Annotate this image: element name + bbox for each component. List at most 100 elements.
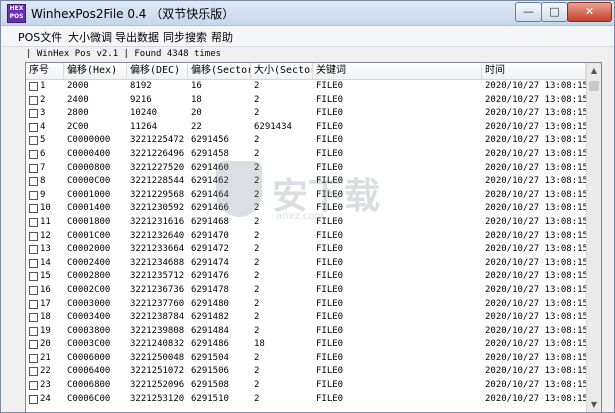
minimize-button[interactable]: —: [515, 2, 542, 22]
row-size-sector: 6291434: [254, 121, 292, 132]
row-offset-dec: 3221240832: [130, 339, 185, 350]
row-time: 2020/10/27 13:08:15: [485, 203, 588, 214]
row-size-sector: 2: [254, 216, 260, 227]
row-offset-sector: 6291472: [191, 244, 229, 255]
row-keyword: FILE0: [316, 162, 344, 173]
table-row[interactable]: 2 2400 9216 18 2 FILE0 2020/10/27 13:08:15: [26, 94, 588, 108]
row-offset-hex: C0003800: [67, 325, 111, 336]
row-checkbox[interactable]: [29, 299, 38, 309]
menu-help[interactable]: 帮助: [211, 29, 233, 45]
table-row[interactable]: 24 C0006C00 3221253120 6291510 2 FILE0 2020/10…: [26, 393, 588, 407]
row-checkbox[interactable]: [29, 272, 38, 282]
table-row[interactable]: 15 C0002800 3221235712 6291476 2 FILE0 2020/10…: [26, 270, 588, 284]
row-offset-dec: 3221251072: [130, 366, 185, 377]
row-checkbox[interactable]: [29, 190, 38, 200]
table-row[interactable]: 18 C0003400 3221238784 6291482 2 FILE0 2020/10…: [26, 311, 588, 325]
row-checkbox[interactable]: [29, 136, 38, 146]
row-offset-dec: 3221232640: [130, 230, 185, 241]
table-row[interactable]: 22 C0006400 3221251072 6291506 2 FILE0 2020/10…: [26, 365, 588, 379]
row-checkbox[interactable]: [29, 353, 38, 363]
row-checkbox[interactable]: [29, 245, 38, 255]
results-list[interactable]: 序号 偏移(Hex) 偏移(DEC) 偏移(Sector) 大小(Sector)…: [25, 62, 602, 412]
row-time: 2020/10/27 13:08:15: [485, 325, 588, 336]
col-header-index[interactable]: 序号: [26, 63, 64, 79]
row-checkbox[interactable]: [29, 326, 38, 336]
row-keyword: FILE0: [316, 135, 344, 146]
scroll-down-icon[interactable]: ▼: [588, 398, 600, 412]
row-checkbox[interactable]: [29, 394, 38, 404]
scroll-thumb[interactable]: [589, 81, 599, 91]
table-row[interactable]: 7 C0000800 3221227520 6291460 2 FILE0 2020/10/…: [26, 162, 588, 176]
row-offset-dec: 3221236736: [130, 284, 185, 295]
menu-bar: POS文件 大小微调 导出数据 同步搜索 帮助: [1, 26, 614, 47]
table-row[interactable]: 3 2800 10240 20 2 FILE0 2020/10/27 13:08:15: [26, 107, 588, 121]
table-row[interactable]: 8 C0000C00 3221228544 6291462 2 FILE0 2020/10/…: [26, 175, 588, 189]
table-row[interactable]: 21 C0006000 3221250048 6291504 2 FILE0 2020/10…: [26, 352, 588, 366]
table-row[interactable]: 11 C0001800 3221231616 6291468 2 FILE0 2020/10…: [26, 216, 588, 230]
row-checkbox[interactable]: [29, 231, 38, 241]
row-index: 5: [40, 135, 46, 146]
table-row[interactable]: 9 C0001000 3221229568 6291464 2 FILE0 2020/10/…: [26, 189, 588, 203]
row-checkbox[interactable]: [29, 122, 38, 132]
menu-sync-search[interactable]: 同步搜索: [163, 29, 207, 45]
menu-export-data[interactable]: 导出数据: [115, 29, 159, 45]
row-checkbox[interactable]: [29, 163, 38, 173]
row-offset-dec: 10240: [130, 108, 158, 119]
table-row[interactable]: 10 C0001400 3221230592 6291466 2 FILE0 2020/10…: [26, 202, 588, 216]
row-checkbox[interactable]: [29, 177, 38, 187]
row-checkbox[interactable]: [29, 381, 38, 391]
row-offset-dec: 9216: [130, 94, 152, 105]
row-index: 16: [40, 284, 51, 295]
menu-pos-file[interactable]: POS文件: [18, 29, 62, 45]
table-row[interactable]: 4 2C00 11264 22 6291434 FILE0 2020/10/27 13:08…: [26, 121, 588, 135]
col-header-time[interactable]: 时间: [482, 63, 586, 79]
row-checkbox[interactable]: [29, 109, 38, 119]
maximize-button[interactable]: □: [541, 2, 568, 22]
col-header-offset-sector[interactable]: 偏移(Sector): [188, 63, 251, 79]
row-index: 2: [40, 94, 46, 105]
row-offset-sector: 6291470: [191, 230, 229, 241]
row-checkbox[interactable]: [29, 258, 38, 268]
row-checkbox[interactable]: [29, 204, 38, 214]
menu-size-adjust[interactable]: 大小微调: [68, 29, 112, 45]
row-time: 2020/10/27 13:08:15: [485, 230, 588, 241]
row-offset-sector: 6291508: [191, 380, 229, 391]
row-keyword: FILE0: [316, 380, 344, 391]
row-checkbox[interactable]: [29, 82, 38, 91]
row-keyword: FILE0: [316, 94, 344, 105]
row-keyword: FILE0: [316, 216, 344, 227]
col-header-offset-dec[interactable]: 偏移(DEC): [127, 63, 188, 79]
vertical-scrollbar[interactable]: ▲ ▼: [586, 63, 601, 412]
table-row[interactable]: 17 C0003000 3221237760 6291480 2 FILE0 2020/10…: [26, 298, 588, 312]
table-row[interactable]: 16 C0002C00 3221236736 6291478 2 FILE0 2020/10…: [26, 284, 588, 298]
table-row[interactable]: 12 C0001C00 3221232640 6291470 2 FILE0 2020/10…: [26, 230, 588, 244]
table-row[interactable]: 20 C0003C00 3221240832 6291486 18 FILE0 2020/1…: [26, 338, 588, 352]
row-checkbox[interactable]: [29, 340, 38, 350]
row-checkbox[interactable]: [29, 285, 38, 295]
table-row[interactable]: 6 C0000400 3221226496 6291458 2 FILE0 2020/10/…: [26, 148, 588, 162]
table-row[interactable]: 5 C0000000 3221225472 6291456 2 FILE0 2020/10/…: [26, 134, 588, 148]
table-row[interactable]: 19 C0003800 3221239808 6291484 2 FILE0 2020/10…: [26, 325, 588, 339]
close-button[interactable]: ✕: [567, 2, 612, 22]
row-offset-sector: 6291466: [191, 203, 229, 214]
row-checkbox[interactable]: [29, 149, 38, 159]
col-header-keyword[interactable]: 关键词: [313, 63, 482, 79]
title-bar[interactable]: HEX POS WinhexPos2File 0.4 （双节快乐版） — □ ✕: [1, 1, 614, 26]
row-offset-hex: C0000000: [67, 135, 111, 146]
row-offset-sector: 6291476: [191, 271, 229, 282]
row-offset-hex: C0000400: [67, 148, 111, 159]
row-checkbox[interactable]: [29, 367, 38, 377]
row-size-sector: 2: [254, 271, 260, 282]
table-row[interactable]: 14 C0002400 3221234688 6291474 2 FILE0 2020/10…: [26, 257, 588, 271]
col-header-offset-hex[interactable]: 偏移(Hex): [64, 63, 127, 79]
table-row[interactable]: 1 2000 8192 16 2 FILE0 2020/10/27 13:08:15: [26, 80, 588, 94]
row-checkbox[interactable]: [29, 95, 38, 105]
row-checkbox[interactable]: [29, 313, 38, 323]
table-row[interactable]: 13 C0002000 3221233664 6291472 2 FILE0 2020/10…: [26, 243, 588, 257]
col-header-size-sector[interactable]: 大小(Sector): [251, 63, 313, 79]
scroll-up-icon[interactable]: ▲: [588, 64, 600, 78]
table-row[interactable]: 23 C0006800 3221252096 6291508 2 FILE0 2020/10…: [26, 379, 588, 393]
row-offset-sector: 6291504: [191, 352, 229, 363]
row-checkbox[interactable]: [29, 217, 38, 227]
row-index: 22: [40, 366, 51, 377]
